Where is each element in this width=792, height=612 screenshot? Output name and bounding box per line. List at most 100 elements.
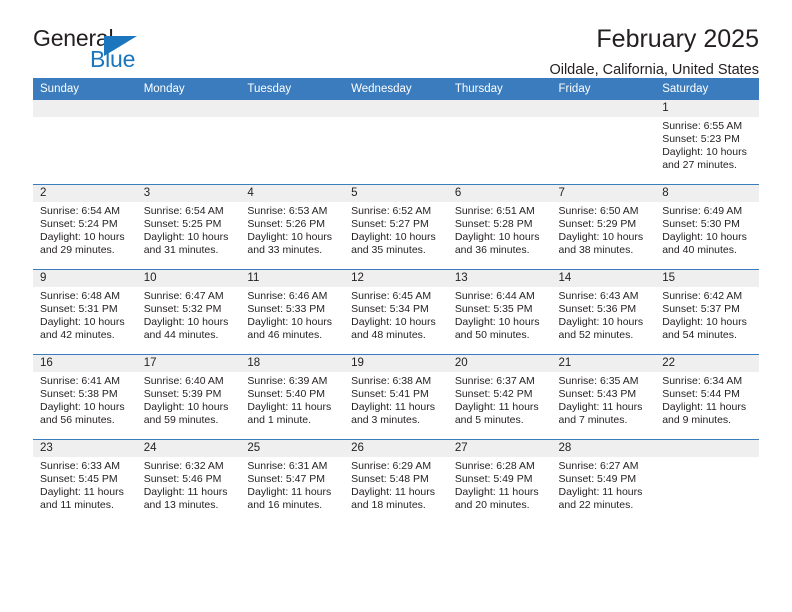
calendar-day-cell[interactable]: 23 Sunrise: 6:33 AM Sunset: 5:45 PM Dayligh… <box>33 439 137 524</box>
sunrise-text: Sunrise: 6:28 AM <box>454 460 535 472</box>
day-details: Sunrise: 6:47 AM Sunset: 5:32 PM Daylight:… <box>137 287 241 342</box>
daylight-text: Daylight: 10 hours and 46 minutes. <box>247 316 333 342</box>
calendar-day-cell[interactable]: 11 Sunrise: 6:46 AM Sunset: 5:33 PM Dayligh… <box>240 269 345 355</box>
calendar-day-cell[interactable]: 9 Sunrise: 6:48 AM Sunset: 5:31 PM Daylight… <box>33 269 137 355</box>
daylight-text: Daylight: 10 hours and 36 minutes. <box>454 231 540 257</box>
day-number: 11 <box>240 270 345 287</box>
calendar-day-cell[interactable]: 8 Sunrise: 6:49 AM Sunset: 5:30 PM Daylight… <box>655 184 759 270</box>
sunset-text: Sunset: 5:48 PM <box>351 473 429 486</box>
day-number: 16 <box>33 355 137 372</box>
day-number: 13 <box>447 270 552 287</box>
day-details: Sunrise: 6:54 AM Sunset: 5:25 PM Daylight:… <box>137 202 241 257</box>
calendar-day-cell[interactable]: 15 Sunrise: 6:42 AM Sunset: 5:37 PM Dayligh… <box>655 269 759 355</box>
day-number <box>447 100 552 117</box>
day-details: Sunrise: 6:27 AM Sunset: 5:49 PM Daylight:… <box>552 457 656 512</box>
day-details: Sunrise: 6:29 AM Sunset: 5:48 PM Daylight:… <box>344 457 448 512</box>
calendar-day-cell[interactable]: 16 Sunrise: 6:41 AM Sunset: 5:38 PM Dayligh… <box>33 354 137 440</box>
general-blue-logo[interactable]: General Blue <box>33 27 153 75</box>
calendar-day-cell[interactable]: 3 Sunrise: 6:54 AM Sunset: 5:25 PM Daylight… <box>136 184 241 270</box>
calendar-day-cell[interactable]: 20 Sunrise: 6:37 AM Sunset: 5:42 PM Dayligh… <box>447 354 552 440</box>
calendar-day-cell[interactable]: 21 Sunrise: 6:35 AM Sunset: 5:43 PM Dayligh… <box>551 354 656 440</box>
calendar-day-cell[interactable]: 7 Sunrise: 6:50 AM Sunset: 5:29 PM Daylight… <box>551 184 656 270</box>
daylight-text: Daylight: 10 hours and 27 minutes. <box>662 146 747 172</box>
sunset-text: Sunset: 5:38 PM <box>40 388 118 401</box>
page-header: General Blue February 2025 Oildale, Cali… <box>33 0 759 78</box>
calendar-day-cell[interactable]: 6 Sunrise: 6:51 AM Sunset: 5:28 PM Daylight… <box>447 184 552 270</box>
calendar-day-cell[interactable]: 24 Sunrise: 6:32 AM Sunset: 5:46 PM Dayligh… <box>136 439 241 524</box>
calendar-day-cell[interactable]: 2 Sunrise: 6:54 AM Sunset: 5:24 PM Daylight… <box>33 184 137 270</box>
day-details: Sunrise: 6:42 AM Sunset: 5:37 PM Daylight:… <box>655 287 759 342</box>
page-title: February 2025 <box>596 25 759 53</box>
sunset-text: Sunset: 5:28 PM <box>454 218 533 231</box>
calendar-day-cell[interactable]: 28 Sunrise: 6:27 AM Sunset: 5:49 PM Dayligh… <box>551 439 656 524</box>
sunrise-text: Sunrise: 6:31 AM <box>247 460 328 472</box>
calendar-day-cell[interactable]: 27 Sunrise: 6:28 AM Sunset: 5:49 PM Dayligh… <box>447 439 552 524</box>
calendar-day-cell[interactable]: 26 Sunrise: 6:29 AM Sunset: 5:48 PM Dayligh… <box>344 439 448 524</box>
sunrise-text: Sunrise: 6:47 AM <box>143 290 224 302</box>
day-details: Sunrise: 6:52 AM Sunset: 5:27 PM Daylight:… <box>344 202 448 257</box>
sunset-text: Sunset: 5:31 PM <box>40 303 118 316</box>
calendar-day-cell[interactable]: 25 Sunrise: 6:31 AM Sunset: 5:47 PM Dayligh… <box>240 439 345 524</box>
weekday-header-wednesday: Wednesday <box>344 78 448 100</box>
day-number: 19 <box>344 355 448 372</box>
sunrise-text: Sunrise: 6:27 AM <box>558 460 639 472</box>
day-number: 24 <box>136 440 241 457</box>
day-number: 1 <box>655 100 759 117</box>
calendar-day-cell[interactable]: 19 Sunrise: 6:38 AM Sunset: 5:41 PM Dayligh… <box>344 354 448 440</box>
calendar-day-cell[interactable]: 14 Sunrise: 6:43 AM Sunset: 5:36 PM Dayligh… <box>551 269 656 355</box>
daylight-text: Daylight: 11 hours and 11 minutes. <box>40 486 124 512</box>
calendar-day-cell[interactable]: 22 Sunrise: 6:34 AM Sunset: 5:44 PM Dayligh… <box>655 354 759 440</box>
sunrise-text: Sunrise: 6:54 AM <box>40 205 120 217</box>
weekday-header-monday: Monday <box>136 78 241 100</box>
sunrise-text: Sunrise: 6:35 AM <box>558 375 639 387</box>
sunrise-text: Sunrise: 6:53 AM <box>247 205 328 217</box>
calendar-day-cell[interactable]: 12 Sunrise: 6:45 AM Sunset: 5:34 PM Dayligh… <box>344 269 448 355</box>
day-details: Sunrise: 6:34 AM Sunset: 5:44 PM Daylight:… <box>655 372 759 427</box>
sunrise-text: Sunrise: 6:55 AM <box>662 120 743 132</box>
sunset-text: Sunset: 5:40 PM <box>247 388 326 401</box>
calendar-day-cell[interactable]: 10 Sunrise: 6:47 AM Sunset: 5:32 PM Dayligh… <box>136 269 241 355</box>
calendar-day-cell-empty <box>344 100 448 185</box>
calendar-day-cell[interactable]: 5 Sunrise: 6:52 AM Sunset: 5:27 PM Daylight… <box>344 184 448 270</box>
day-number: 4 <box>240 185 345 202</box>
logo-text-blue: Blue <box>90 46 136 72</box>
calendar-day-cell[interactable]: 18 Sunrise: 6:39 AM Sunset: 5:40 PM Dayligh… <box>240 354 345 440</box>
weekday-header-friday: Friday <box>551 78 656 100</box>
sunset-text: Sunset: 5:49 PM <box>558 473 637 486</box>
sunset-text: Sunset: 5:45 PM <box>40 473 118 486</box>
sunset-text: Sunset: 5:34 PM <box>351 303 429 316</box>
calendar-day-cell-empty <box>655 439 759 524</box>
calendar-day-cell[interactable]: 4 Sunrise: 6:53 AM Sunset: 5:26 PM Daylight… <box>240 184 345 270</box>
daylight-text: Daylight: 10 hours and 56 minutes. <box>40 401 125 427</box>
sunset-text: Sunset: 5:25 PM <box>143 218 222 231</box>
day-number: 18 <box>240 355 345 372</box>
daylight-text: Daylight: 10 hours and 31 minutes. <box>143 231 229 257</box>
sunset-text: Sunset: 5:42 PM <box>454 388 533 401</box>
sunset-text: Sunset: 5:33 PM <box>247 303 326 316</box>
sunrise-text: Sunrise: 6:39 AM <box>247 375 328 387</box>
day-details: Sunrise: 6:32 AM Sunset: 5:46 PM Daylight:… <box>137 457 241 512</box>
sunrise-text: Sunrise: 6:40 AM <box>143 375 224 387</box>
sunrise-text: Sunrise: 6:51 AM <box>454 205 535 217</box>
daylight-text: Daylight: 11 hours and 9 minutes. <box>662 401 747 427</box>
calendar-day-cell[interactable]: 13 Sunrise: 6:44 AM Sunset: 5:35 PM Dayligh… <box>447 269 552 355</box>
day-number <box>33 100 137 117</box>
sunrise-text: Sunrise: 6:37 AM <box>454 375 535 387</box>
sunset-text: Sunset: 5:35 PM <box>454 303 533 316</box>
calendar-day-cell[interactable]: 17 Sunrise: 6:40 AM Sunset: 5:39 PM Dayligh… <box>136 354 241 440</box>
weekday-header-thursday: Thursday <box>447 78 552 100</box>
daylight-text: Daylight: 10 hours and 59 minutes. <box>143 401 229 427</box>
calendar-day-cell[interactable]: 1 Sunrise: 6:55 AM Sunset: 5:23 PM Daylight… <box>655 100 759 185</box>
sunset-text: Sunset: 5:46 PM <box>143 473 222 486</box>
sunset-text: Sunset: 5:26 PM <box>247 218 326 231</box>
day-details: Sunrise: 6:55 AM Sunset: 5:23 PM Daylight:… <box>655 117 759 172</box>
day-details: Sunrise: 6:50 AM Sunset: 5:29 PM Daylight:… <box>552 202 656 257</box>
sunrise-text: Sunrise: 6:50 AM <box>558 205 639 217</box>
day-details: Sunrise: 6:37 AM Sunset: 5:42 PM Daylight:… <box>448 372 552 427</box>
sunrise-text: Sunrise: 6:44 AM <box>454 290 535 302</box>
day-details: Sunrise: 6:33 AM Sunset: 5:45 PM Daylight:… <box>33 457 137 512</box>
day-number: 15 <box>655 270 759 287</box>
sunrise-text: Sunrise: 6:33 AM <box>40 460 120 472</box>
daylight-text: Daylight: 10 hours and 48 minutes. <box>351 316 436 342</box>
daylight-text: Daylight: 11 hours and 5 minutes. <box>454 401 539 427</box>
